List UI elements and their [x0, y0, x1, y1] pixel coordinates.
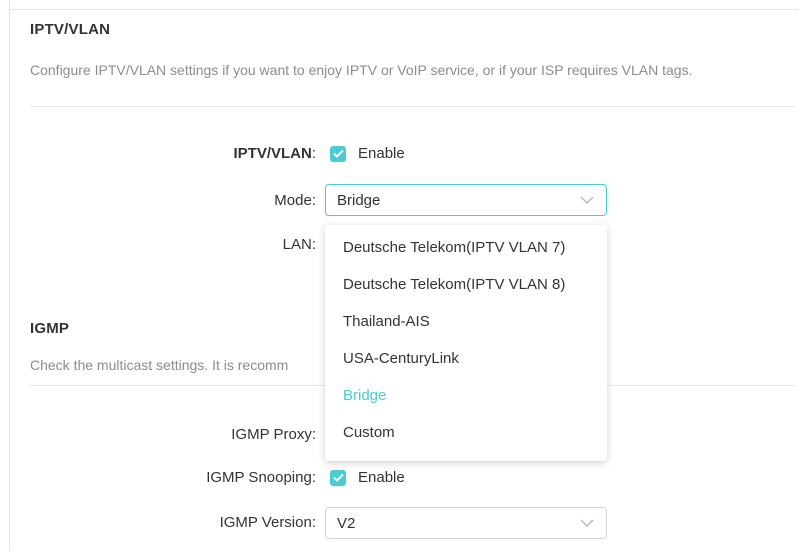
mode-select-value: Bridge — [337, 191, 381, 209]
igmp-snooping-label: IGMP Snooping: — [206, 469, 316, 486]
iptv-section-title: IPTV/VLAN — [30, 21, 111, 38]
iptv-vlan-label-text: IPTV/VLAN — [233, 145, 312, 162]
igmp-snooping-enable-checkbox[interactable]: Enable — [330, 469, 405, 486]
iptv-vlan-label-colon: : — [311, 145, 316, 162]
mode-option[interactable]: Thailand-AIS — [325, 303, 607, 340]
mode-dropdown-menu: Deutsche Telekom(IPTV VLAN 7) Deutsche T… — [325, 225, 607, 461]
mode-option[interactable]: Deutsche Telekom(IPTV VLAN 8) — [325, 266, 607, 303]
iptv-vlan-enable-label: Enable — [358, 145, 405, 162]
chevron-down-icon — [580, 196, 594, 204]
iptv-section-description: Configure IPTV/VLAN settings if you want… — [30, 62, 693, 78]
iptv-vlan-enable-checkbox[interactable]: Enable — [330, 145, 405, 162]
igmp-version-label: IGMP Version: — [219, 514, 316, 531]
mode-label: Mode: — [274, 192, 316, 209]
igmp-version-select-value: V2 — [337, 514, 356, 532]
mode-option[interactable]: Custom — [325, 414, 607, 451]
iptv-vlan-label: IPTV/VLAN: — [233, 145, 316, 162]
iptv-section-divider — [30, 106, 795, 107]
igmp-proxy-label: IGMP Proxy: — [231, 426, 316, 443]
lan-label: LAN: — [282, 236, 316, 253]
mode-select[interactable]: Bridge — [325, 184, 607, 216]
panel-border-top — [9, 9, 799, 10]
igmp-snooping-enable-label: Enable — [358, 469, 405, 486]
mode-option[interactable]: Deutsche Telekom(IPTV VLAN 7) — [325, 229, 607, 266]
igmp-section-description: Check the multicast settings. It is reco… — [30, 357, 289, 373]
igmp-version-select[interactable]: V2 — [325, 507, 607, 539]
checkmark-icon — [330, 469, 346, 486]
mode-option-selected[interactable]: Bridge — [325, 377, 607, 414]
chevron-down-icon — [580, 519, 594, 527]
checkmark-icon — [330, 145, 346, 162]
panel-border-left — [9, 0, 10, 551]
igmp-section-title: IGMP — [30, 320, 70, 337]
mode-option[interactable]: USA-CenturyLink — [325, 340, 607, 377]
